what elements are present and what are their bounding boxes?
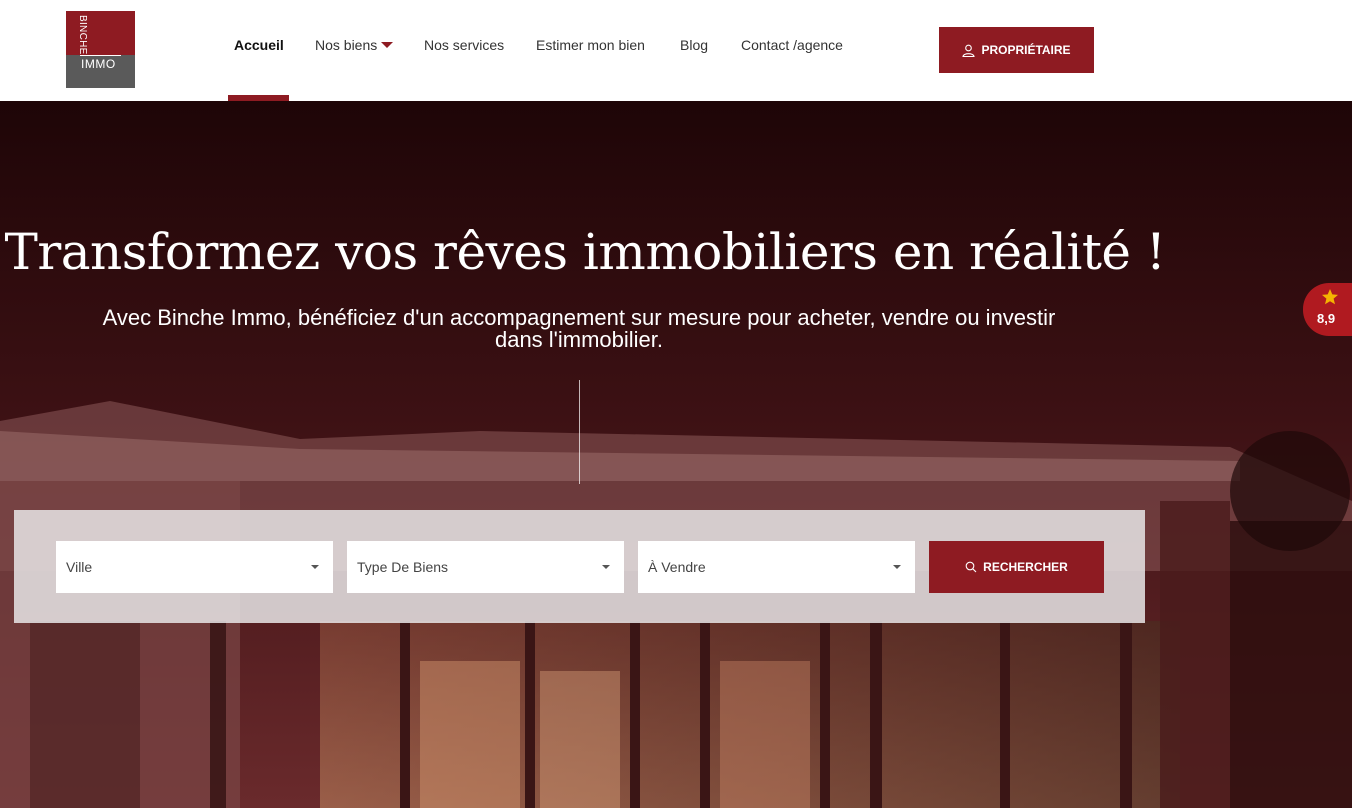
hero-subtitle: Avec Binche Immo, bénéficiez d'un accomp… — [14, 307, 1144, 351]
star-icon — [1322, 289, 1338, 305]
nav-blog[interactable]: Blog — [680, 37, 708, 53]
property-type-select-value: Type De Biens — [357, 559, 449, 575]
city-select[interactable]: Ville — [56, 541, 333, 593]
hero-subtitle-line-2: dans l'immobilier. — [494, 327, 664, 352]
rating-score: 8,9 — [1317, 311, 1336, 326]
hero-section: Transformez vos rêves immobiliers en réa… — [0, 101, 1352, 808]
nav-nos-biens[interactable]: Nos biens — [315, 37, 394, 53]
search-button-label: RECHERCHER — [983, 560, 1068, 574]
transaction-select[interactable]: À Vendre — [638, 541, 915, 593]
owner-button-label: PROPRIÉTAIRE — [981, 43, 1071, 57]
hero-background-image — [0, 101, 1352, 808]
rating-badge[interactable]: 8,9 — [1303, 283, 1352, 336]
nav-nos-biens-label: Nos biens — [315, 37, 378, 53]
logo-divider — [80, 55, 121, 56]
site-header: BINCHE IMMO Accueil Nos biens Nos servic… — [0, 0, 1352, 101]
hero-divider — [579, 380, 580, 484]
search-panel: Ville Type De Biens À Vendre RECHERCHER — [14, 510, 1145, 623]
hero-subtitle-line-1: Avec Binche Immo, bénéficiez d'un accomp… — [102, 305, 1056, 330]
chevron-down-icon — [602, 565, 610, 569]
chevron-down-icon — [893, 565, 901, 569]
owner-button[interactable]: PROPRIÉTAIRE — [939, 27, 1094, 73]
transaction-select-value: À Vendre — [648, 559, 706, 575]
nav-nos-services[interactable]: Nos services — [424, 37, 504, 53]
nav-contact-agence[interactable]: Contact /agence — [741, 37, 843, 53]
nav-estimer-mon-bien[interactable]: Estimer mon bien — [536, 37, 645, 53]
logo-bottom-text: IMMO — [81, 57, 116, 71]
logo-vertical-text: BINCHE — [77, 15, 88, 55]
nav-accueil[interactable]: Accueil — [234, 37, 284, 53]
site-logo[interactable]: BINCHE IMMO — [66, 11, 135, 88]
chevron-down-icon — [311, 565, 319, 569]
hero-title: Transformez vos rêves immobiliers en réa… — [4, 223, 1166, 281]
user-icon — [962, 44, 976, 57]
property-type-select[interactable]: Type De Biens — [347, 541, 624, 593]
search-button[interactable]: RECHERCHER — [929, 541, 1104, 593]
search-icon — [965, 561, 977, 573]
city-select-value: Ville — [66, 559, 93, 575]
caret-down-icon — [381, 42, 394, 48]
